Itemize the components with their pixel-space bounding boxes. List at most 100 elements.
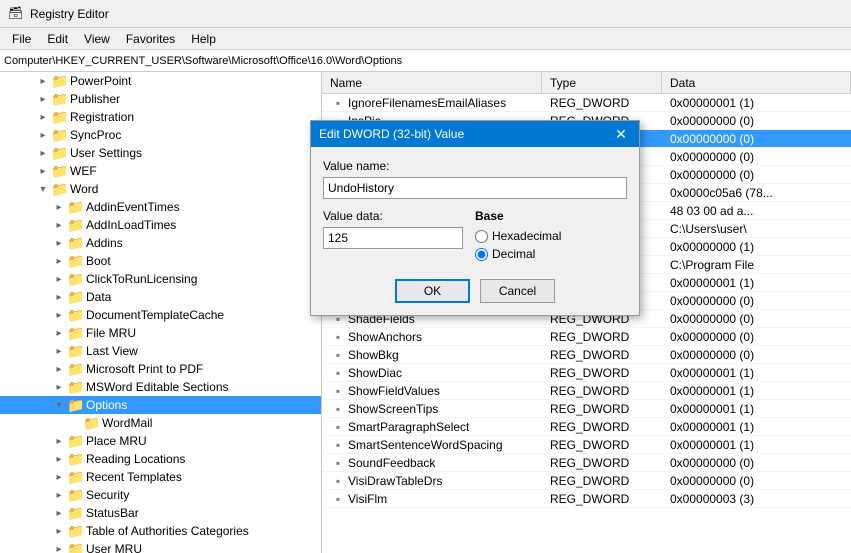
expand-btn[interactable]: ▸ — [52, 290, 66, 304]
tree-item-wef[interactable]: ▸ 📁 WEF — [0, 162, 321, 180]
reg-data-cell: 0x00000001 (1) — [662, 366, 851, 380]
tree-item-word[interactable]: ▾ 📁 Word — [0, 180, 321, 198]
expand-btn[interactable]: ▸ — [52, 236, 66, 250]
expand-btn[interactable]: ▸ — [36, 110, 50, 124]
tree-item-usersettings[interactable]: ▸ 📁 User Settings — [0, 144, 321, 162]
expand-btn[interactable]: ▸ — [52, 470, 66, 484]
tree-item-boot[interactable]: ▸ 📁 Boot — [0, 252, 321, 270]
tree-item-usermru[interactable]: ▸ 📁 User MRU — [0, 540, 321, 553]
reg-row[interactable]: ▪ VisiDrawTableDrs REG_DWORD 0x00000000 … — [322, 472, 851, 490]
tree-item-readinglocations[interactable]: ▸ 📁 Reading Locations — [0, 450, 321, 468]
reg-data-cell: 0x00000001 (1) — [662, 96, 851, 110]
tree-item-label: DocumentTemplateCache — [86, 308, 224, 322]
expand-btn[interactable]: ▸ — [52, 488, 66, 502]
tree-item-security[interactable]: ▸ 📁 Security — [0, 486, 321, 504]
tree-item-placemru[interactable]: ▸ 📁 Place MRU — [0, 432, 321, 450]
tree-item-addinventtimes[interactable]: ▸ 📁 AddinEventTimes — [0, 198, 321, 216]
tree-item-label: File MRU — [86, 326, 136, 340]
expand-btn[interactable]: ▸ — [52, 344, 66, 358]
expand-btn[interactable]: ▸ — [36, 164, 50, 178]
folder-icon: 📁 — [52, 73, 68, 89]
tree-item-data[interactable]: ▸ 📁 Data — [0, 288, 321, 306]
menu-item-view[interactable]: View — [76, 30, 118, 48]
folder-icon: 📁 — [68, 379, 84, 395]
tree-item-label: Publisher — [70, 92, 120, 106]
reg-row[interactable]: ▪ SmartSentenceWordSpacing REG_DWORD 0x0… — [322, 436, 851, 454]
reg-data-cell: 0x00000000 (0) — [662, 348, 851, 362]
reg-data-cell: 48 03 00 ad a... — [662, 204, 851, 218]
value-data-input[interactable] — [323, 227, 463, 249]
reg-row[interactable]: ▪ ShowDiac REG_DWORD 0x00000001 (1) — [322, 364, 851, 382]
tree-item-wordmail[interactable]: 📁 WordMail — [0, 414, 321, 432]
cancel-button[interactable]: Cancel — [480, 279, 555, 303]
reg-row[interactable]: ▪ ShowAnchors REG_DWORD 0x00000000 (0) — [322, 328, 851, 346]
expand-btn[interactable]: ▸ — [52, 434, 66, 448]
expand-btn[interactable]: ▸ — [52, 254, 66, 268]
menu-item-file[interactable]: File — [4, 30, 39, 48]
edit-dword-dialog[interactable]: Edit DWORD (32-bit) Value ✕ Value name: … — [310, 120, 640, 316]
tree-item-lastview[interactable]: ▸ 📁 Last View — [0, 342, 321, 360]
reg-row[interactable]: ▪ IgnoreFilenamesEmailAliases REG_DWORD … — [322, 94, 851, 112]
reg-type-icon: ▪ — [330, 437, 346, 453]
dec-label: Decimal — [492, 247, 535, 261]
tree-panel[interactable]: ▸ 📁 PowerPoint ▸ 📁 Publisher ▸ 📁 Registr… — [0, 72, 322, 553]
menu-item-edit[interactable]: Edit — [39, 30, 76, 48]
tree-item-clicktorunlicensing[interactable]: ▸ 📁 ClickToRunLicensing — [0, 270, 321, 288]
reg-data-cell: C:\Users\user\ — [662, 222, 851, 236]
expand-btn[interactable]: ▸ — [52, 218, 66, 232]
folder-icon: 📁 — [68, 397, 84, 413]
tree-item-mswordeditable[interactable]: ▸ 📁 MSWord Editable Sections — [0, 378, 321, 396]
expand-btn[interactable]: ▸ — [52, 272, 66, 286]
tree-item-microsoftprinttopdf[interactable]: ▸ 📁 Microsoft Print to PDF — [0, 360, 321, 378]
tree-item-filemru[interactable]: ▸ 📁 File MRU — [0, 324, 321, 342]
tree-item-tableofauthorities[interactable]: ▸ 📁 Table of Authorities Categories — [0, 522, 321, 540]
tree-item-statusbar[interactable]: ▸ 📁 StatusBar — [0, 504, 321, 522]
reg-data-cell: 0x00000000 (0) — [662, 132, 851, 146]
reg-row[interactable]: ▪ SmartParagraphSelect REG_DWORD 0x00000… — [322, 418, 851, 436]
tree-item-publisher[interactable]: ▸ 📁 Publisher — [0, 90, 321, 108]
hex-radio[interactable] — [475, 230, 488, 243]
expand-btn[interactable]: ▸ — [36, 92, 50, 106]
expand-btn[interactable] — [68, 416, 82, 430]
menu-item-favorites[interactable]: Favorites — [118, 30, 183, 48]
tree-item-addins[interactable]: ▸ 📁 Addins — [0, 234, 321, 252]
expand-btn[interactable]: ▸ — [52, 506, 66, 520]
expand-btn[interactable]: ▾ — [52, 398, 66, 412]
dialog-title: Edit DWORD (32-bit) Value — [319, 127, 464, 141]
tree-item-addinloadtimes[interactable]: ▸ 📁 AddInLoadTimes — [0, 216, 321, 234]
tree-item-registration[interactable]: ▸ 📁 Registration — [0, 108, 321, 126]
reg-name: ShowScreenTips — [348, 402, 438, 416]
tree-item-recenttemplates[interactable]: ▸ 📁 Recent Templates — [0, 468, 321, 486]
expand-btn[interactable]: ▸ — [36, 74, 50, 88]
reg-row[interactable]: ▪ ShowBkg REG_DWORD 0x00000000 (0) — [322, 346, 851, 364]
expand-btn[interactable]: ▸ — [52, 452, 66, 466]
expand-btn[interactable]: ▸ — [36, 146, 50, 160]
folder-icon: 📁 — [68, 523, 84, 539]
value-name-input[interactable] — [323, 177, 627, 199]
tree-item-documenttemplatecache[interactable]: ▸ 📁 DocumentTemplateCache — [0, 306, 321, 324]
reg-row[interactable]: ▪ VisiFlm REG_DWORD 0x00000003 (3) — [322, 490, 851, 508]
expand-btn[interactable]: ▸ — [52, 542, 66, 553]
ok-button[interactable]: OK — [395, 279, 470, 303]
reg-name-cell: ▪ ShowFieldValues — [322, 383, 542, 399]
expand-btn[interactable]: ▸ — [52, 200, 66, 214]
expand-btn[interactable]: ▸ — [52, 524, 66, 538]
reg-type-icon: ▪ — [330, 473, 346, 489]
menu-item-help[interactable]: Help — [183, 30, 224, 48]
tree-item-options[interactable]: ▾ 📁 Options — [0, 396, 321, 414]
reg-row[interactable]: ▪ SoundFeedback REG_DWORD 0x00000000 (0) — [322, 454, 851, 472]
tree-item-powerpoint[interactable]: ▸ 📁 PowerPoint — [0, 72, 321, 90]
expand-btn[interactable]: ▾ — [36, 182, 50, 196]
expand-btn[interactable]: ▸ — [52, 326, 66, 340]
reg-row[interactable]: ▪ ShowFieldValues REG_DWORD 0x00000001 (… — [322, 382, 851, 400]
expand-btn[interactable]: ▸ — [52, 362, 66, 376]
reg-row[interactable]: ▪ ShowScreenTips REG_DWORD 0x00000001 (1… — [322, 400, 851, 418]
tree-item-syncproc[interactable]: ▸ 📁 SyncProc — [0, 126, 321, 144]
expand-btn[interactable]: ▸ — [52, 380, 66, 394]
dialog-close-button[interactable]: ✕ — [611, 124, 631, 144]
tree-item-label: WEF — [70, 164, 97, 178]
dec-radio[interactable] — [475, 248, 488, 261]
expand-btn[interactable]: ▸ — [52, 308, 66, 322]
tree-item-label: Word — [70, 182, 98, 196]
expand-btn[interactable]: ▸ — [36, 128, 50, 142]
